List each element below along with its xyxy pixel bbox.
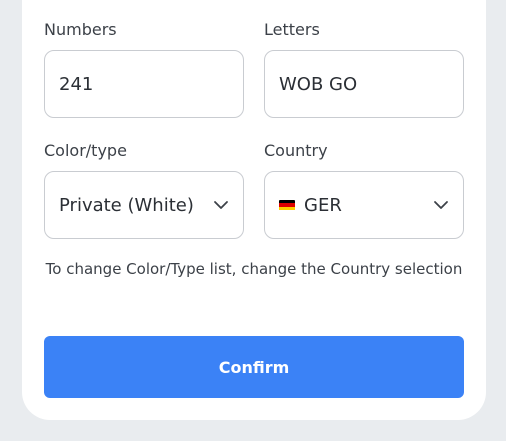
letters-input[interactable]: WOB GO <box>264 50 464 118</box>
page-background: Numbers 241 Letters WOB GO Color/type Pr… <box>0 0 506 441</box>
country-hint-text: To change Color/Type list, change the Co… <box>45 260 463 278</box>
letters-label: Letters <box>264 20 320 39</box>
numbers-value: 241 <box>59 73 94 95</box>
country-label: Country <box>264 141 328 160</box>
letters-value: WOB GO <box>279 73 358 95</box>
numbers-input[interactable]: 241 <box>44 50 244 118</box>
country-select[interactable]: GER <box>264 171 464 239</box>
germany-flag-icon <box>279 199 295 211</box>
numbers-label: Numbers <box>44 20 117 39</box>
chevron-down-icon <box>434 201 448 209</box>
color-type-selected: Private (White) <box>59 194 194 216</box>
color-type-select[interactable]: Private (White) <box>44 171 244 239</box>
confirm-button[interactable]: Confirm <box>44 336 464 398</box>
country-selected: GER <box>304 194 342 216</box>
color-type-label: Color/type <box>44 141 127 160</box>
chevron-down-icon <box>214 201 228 209</box>
